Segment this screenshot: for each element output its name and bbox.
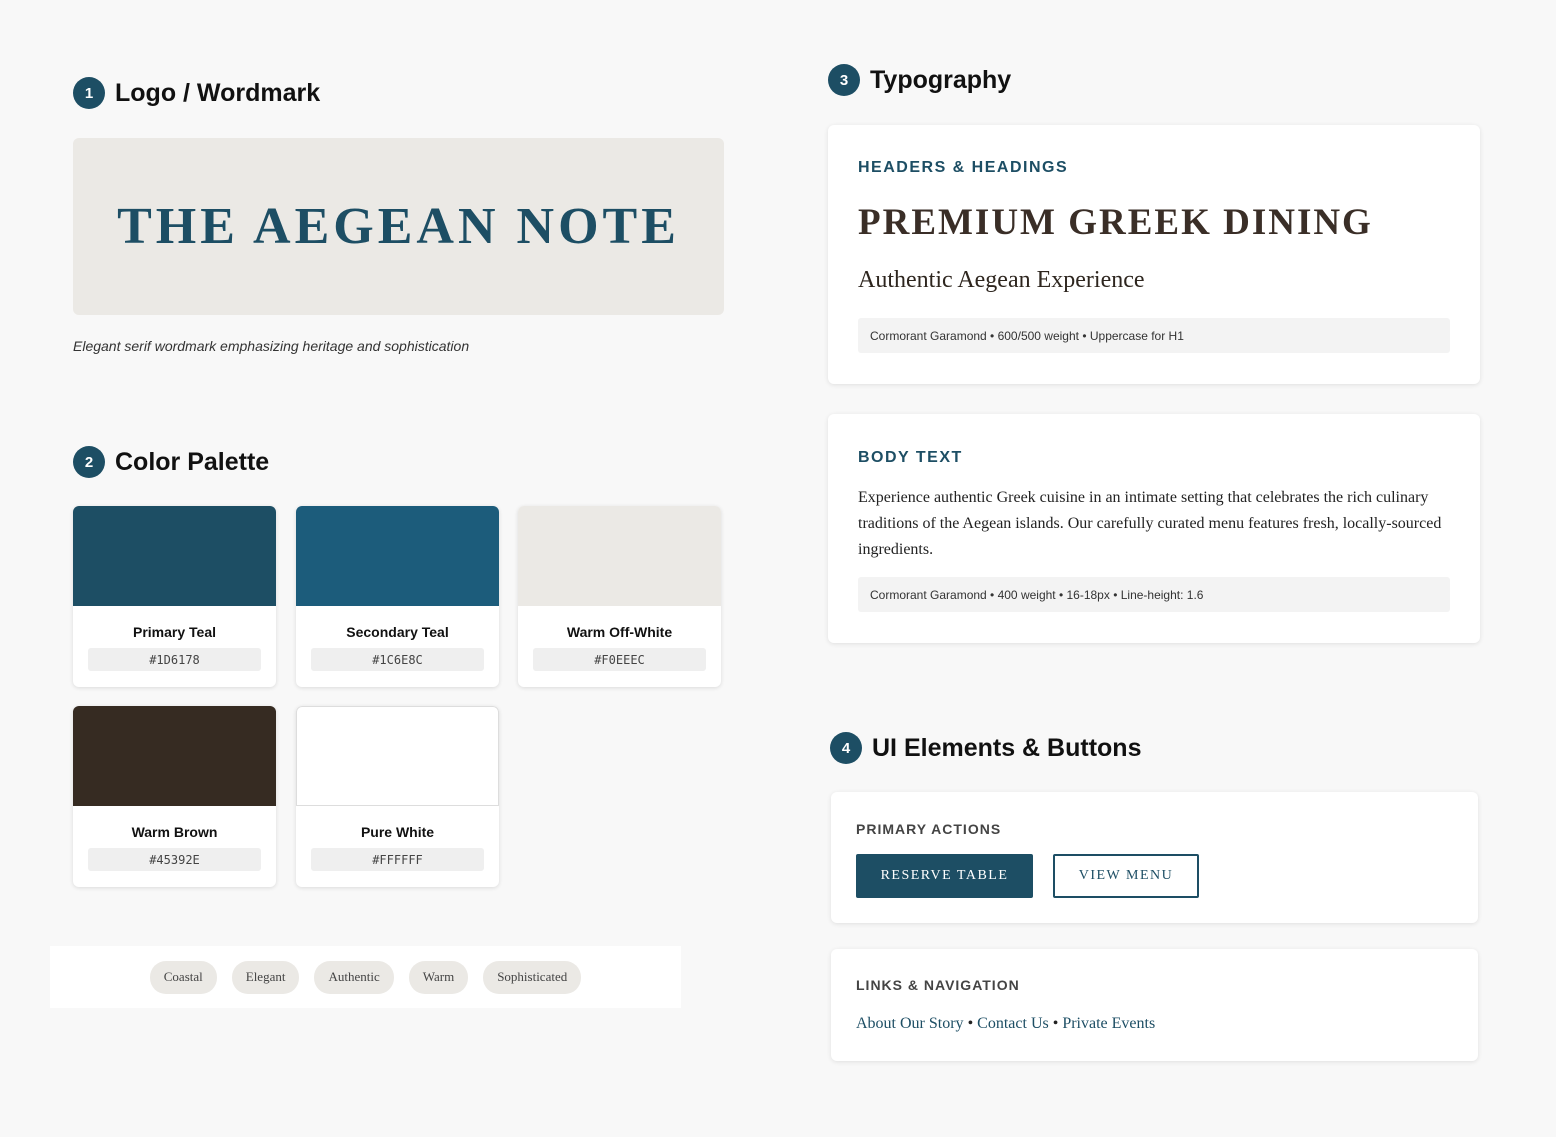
- color-swatch-secondary-teal[interactable]: Secondary Teal #1C6E8C: [296, 506, 499, 687]
- section-number: 4: [830, 732, 862, 764]
- color-chip: [296, 706, 499, 806]
- links-navigation-card: LINKS & NAVIGATION About Our Story • Con…: [831, 949, 1478, 1061]
- color-hex: #1C6E8C: [311, 648, 484, 671]
- color-swatch-primary-teal[interactable]: Primary Teal #1D6178: [73, 506, 276, 687]
- tag-warm: Warm: [408, 960, 469, 994]
- section-ui-header: 4 UI Elements & Buttons: [830, 732, 1141, 764]
- primary-actions-card: PRIMARY ACTIONS RESERVE TABLE VIEW MENU: [831, 792, 1478, 923]
- section-palette-header: 2 Color Palette: [73, 446, 269, 478]
- body-text-sample: Experience authentic Greek cuisine in an…: [858, 489, 1442, 558]
- section-title: UI Elements & Buttons: [872, 733, 1142, 762]
- color-name: Secondary Teal: [346, 624, 449, 640]
- color-name: Pure White: [360, 824, 435, 840]
- section-number: 2: [73, 446, 105, 478]
- nav-links: About Our Story • Contact Us • Private E…: [856, 1015, 1155, 1033]
- font-spec: Cormorant Garamond • 600/500 weight • Up…: [858, 318, 1450, 353]
- card-label: HEADERS & HEADINGS: [858, 159, 1069, 176]
- section-title: Color Palette: [115, 447, 270, 476]
- tag-coastal: Coastal: [149, 960, 217, 994]
- color-swatch-warm-off-white[interactable]: Warm Off-White #F0EEEC: [518, 506, 721, 687]
- logo-caption: Elegant serif wordmark emphasizing herit…: [73, 338, 470, 354]
- section-title: Typography: [870, 65, 1012, 94]
- link-about-our-story[interactable]: About Our Story: [856, 1015, 964, 1032]
- color-chip: [73, 506, 276, 606]
- tag-sophisticated: Sophisticated: [483, 960, 582, 994]
- color-chip: [518, 506, 721, 606]
- section-number: 1: [73, 77, 105, 109]
- card-label: LINKS & NAVIGATION: [856, 977, 1020, 993]
- typography-headers-card: HEADERS & HEADINGS PREMIUM GREEK DINING …: [828, 125, 1480, 384]
- color-hex: #FFFFFF: [311, 848, 484, 871]
- section-number: 3: [828, 64, 860, 96]
- color-chip: [73, 706, 276, 806]
- color-chip: [296, 506, 499, 606]
- reserve-table-button[interactable]: RESERVE TABLE: [856, 854, 1033, 898]
- view-menu-button[interactable]: VIEW MENU: [1053, 854, 1199, 898]
- card-label: BODY TEXT: [858, 449, 963, 466]
- link-separator: •: [1052, 1015, 1059, 1032]
- typography-body-card: BODY TEXT Experience authentic Greek cui…: [828, 414, 1480, 643]
- color-name: Warm Brown: [131, 824, 218, 840]
- color-hex: #45392E: [88, 848, 261, 871]
- tag-authentic: Authentic: [314, 960, 394, 994]
- color-name: Warm Off-White: [566, 624, 673, 640]
- h1-sample: PREMIUM GREEK DINING: [858, 202, 1373, 243]
- section-title: Logo / Wordmark: [115, 78, 321, 107]
- card-label: PRIMARY ACTIONS: [856, 821, 1002, 837]
- font-spec: Cormorant Garamond • 400 weight • 16-18p…: [858, 577, 1450, 612]
- logo-preview: THE AEGEAN NOTE: [73, 138, 724, 315]
- brand-tags: Coastal Elegant Authentic Warm Sophistic…: [50, 946, 681, 1008]
- link-private-events[interactable]: Private Events: [1062, 1015, 1155, 1032]
- section-logo-header: 1 Logo / Wordmark: [73, 77, 320, 109]
- color-name: Primary Teal: [132, 624, 216, 640]
- color-swatch-warm-brown[interactable]: Warm Brown #45392E: [73, 706, 276, 887]
- h2-sample: Authentic Aegean Experience: [858, 267, 1145, 293]
- link-separator: •: [967, 1015, 974, 1032]
- color-hex: #1D6178: [88, 648, 261, 671]
- color-hex: #F0EEEC: [533, 648, 706, 671]
- link-contact-us[interactable]: Contact Us: [977, 1015, 1049, 1032]
- wordmark: THE AEGEAN NOTE: [117, 198, 680, 255]
- color-swatch-pure-white[interactable]: Pure White #FFFFFF: [296, 706, 499, 887]
- tag-elegant: Elegant: [231, 960, 300, 994]
- section-typography-header: 3 Typography: [828, 64, 1011, 96]
